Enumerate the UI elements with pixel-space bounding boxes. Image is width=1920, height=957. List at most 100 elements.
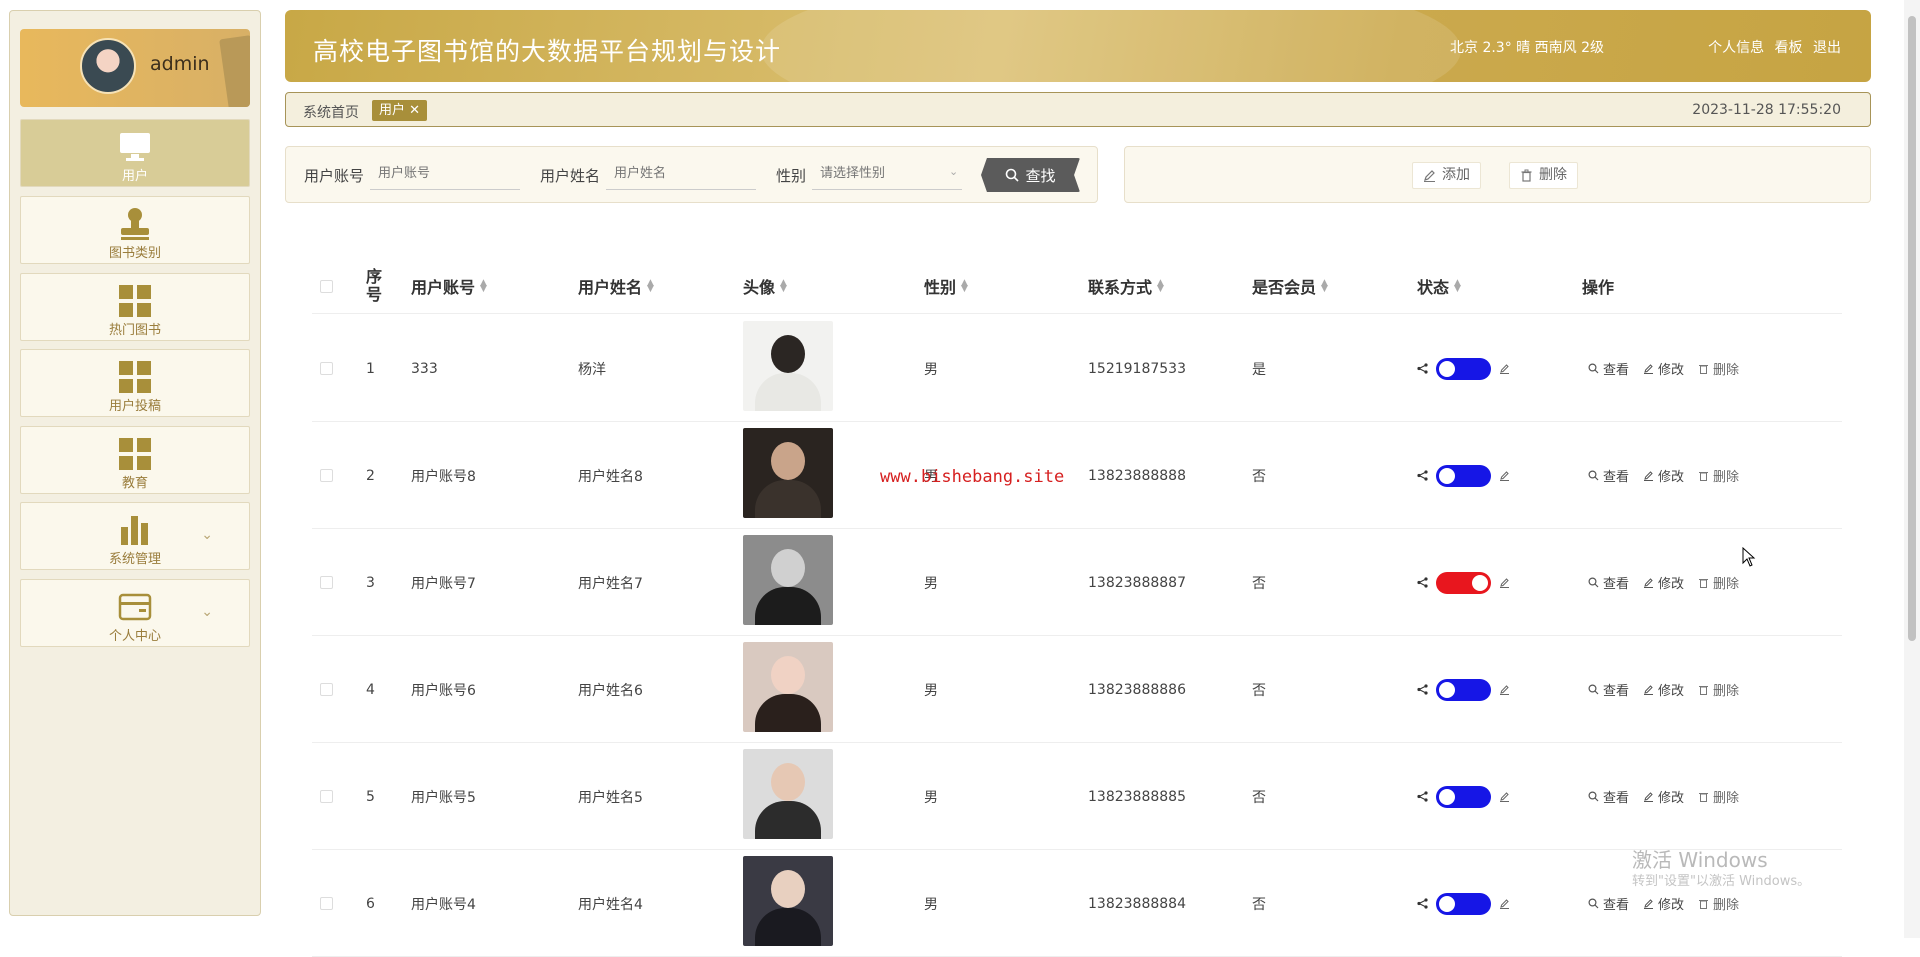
avatar-image[interactable] (743, 321, 833, 411)
view-button[interactable]: 查看 (1588, 894, 1629, 913)
account-search-input[interactable] (370, 158, 520, 190)
top-header: 高校电子图书馆的大数据平台规划与设计 北京 2.3° 晴 西南风 2级 个人信息… (285, 10, 1871, 82)
view-button[interactable]: 查看 (1588, 359, 1629, 378)
share-icon[interactable] (1417, 684, 1428, 695)
status-toggle[interactable] (1436, 357, 1491, 380)
pencil-icon[interactable] (1499, 684, 1510, 695)
header-status[interactable]: 状态 ▲ ▼ (1417, 258, 1461, 314)
view-button[interactable]: 查看 (1588, 573, 1629, 592)
chevron-down-icon[interactable]: ⌄ (201, 527, 213, 543)
avatar-image[interactable] (743, 642, 833, 732)
row-name: 用户姓名4 (578, 896, 643, 913)
view-button[interactable]: 查看 (1588, 466, 1629, 485)
avatar-image[interactable] (743, 749, 833, 839)
avatar-face (771, 763, 805, 801)
delete-row-button[interactable]: 删除 (1698, 787, 1739, 806)
delete-row-button[interactable]: 删除 (1698, 894, 1739, 913)
pencil-icon[interactable] (1499, 898, 1510, 909)
header-label: 用户姓名 (578, 278, 643, 297)
pencil-icon[interactable] (1499, 470, 1510, 481)
header-phone[interactable]: 联系方式 ▲ ▼ (1088, 258, 1164, 314)
avatar-image[interactable] (743, 428, 833, 518)
weather-info: 北京 2.3° 晴 西南风 2级 (1450, 40, 1604, 56)
row-checkbox[interactable] (320, 576, 333, 589)
search-icon (1588, 577, 1599, 588)
sidebar-item-book-categories[interactable]: 图书类别 (20, 196, 250, 264)
delete-row-button[interactable]: 删除 (1698, 359, 1739, 378)
avatar-image[interactable] (743, 535, 833, 625)
name-label: 用户姓名 (540, 167, 601, 185)
add-button[interactable]: 添加 (1412, 162, 1481, 189)
tab-users[interactable]: 用户 ✕ (372, 100, 428, 121)
status-toggle[interactable] (1436, 571, 1491, 594)
status-toggle[interactable] (1436, 892, 1491, 915)
profile-link[interactable]: 个人信息 (1708, 40, 1764, 56)
scrollbar-thumb[interactable] (1908, 16, 1916, 641)
delete-row-button[interactable]: 删除 (1698, 573, 1739, 592)
share-icon[interactable] (1417, 791, 1428, 802)
sidebar-item-system-management[interactable]: 系统管理 ⌄ (20, 502, 250, 570)
header-member[interactable]: 是否会员 ▲ ▼ (1252, 258, 1328, 314)
sort-icon[interactable]: ▲ ▼ (961, 279, 968, 294)
chevron-down-icon[interactable]: ⌄ (201, 604, 213, 620)
close-icon[interactable]: ✕ (409, 103, 420, 118)
view-button[interactable]: 查看 (1588, 680, 1629, 699)
sidebar-item-label: 热门图书 (108, 323, 161, 338)
sort-icon[interactable]: ▲ ▼ (780, 279, 787, 294)
row-member: 否 (1252, 575, 1266, 592)
edit-button[interactable]: 修改 (1643, 466, 1684, 485)
header-label: 头像 (743, 278, 776, 297)
delete-row-button[interactable]: 删除 (1698, 680, 1739, 699)
sidebar-item-hot-books[interactable]: 热门图书 (20, 273, 250, 341)
share-icon[interactable] (1417, 363, 1428, 374)
status-toggle[interactable] (1436, 464, 1491, 487)
status-toggle[interactable] (1436, 678, 1491, 701)
row-checkbox[interactable] (320, 469, 333, 482)
delete-button[interactable]: 删除 (1509, 162, 1578, 189)
edit-button[interactable]: 修改 (1643, 359, 1684, 378)
row-account: 333 (411, 360, 438, 377)
search-button[interactable]: 查找 (981, 158, 1080, 192)
page-scrollbar[interactable] (1904, 0, 1920, 938)
row-checkbox[interactable] (320, 683, 333, 696)
name-search-input[interactable] (606, 158, 756, 190)
sort-icon[interactable]: ▲ ▼ (480, 279, 487, 294)
sort-icon[interactable]: ▲ ▼ (1321, 279, 1328, 294)
header-account[interactable]: 用户账号 ▲ ▼ (411, 258, 487, 314)
edit-button[interactable]: 修改 (1643, 787, 1684, 806)
edit-button[interactable]: 修改 (1643, 573, 1684, 592)
logout-link[interactable]: 退出 (1813, 40, 1841, 56)
avatar[interactable] (80, 38, 136, 94)
header-name[interactable]: 用户姓名 ▲ ▼ (578, 258, 654, 314)
dashboard-link[interactable]: 看板 (1775, 40, 1803, 56)
edit-button[interactable]: 修改 (1643, 680, 1684, 699)
row-member: 否 (1252, 789, 1266, 806)
gender-select[interactable] (812, 158, 962, 190)
add-button-label: 添加 (1442, 167, 1470, 183)
row-checkbox[interactable] (320, 790, 333, 803)
share-icon[interactable] (1417, 470, 1428, 481)
header-gender[interactable]: 性别 ▲ ▼ (924, 258, 968, 314)
avatar-image[interactable] (743, 856, 833, 946)
breadcrumb-home[interactable]: 系统首页 (303, 102, 359, 122)
sidebar-item-user-submissions[interactable]: 用户投稿 (20, 349, 250, 417)
sort-icon[interactable]: ▲ ▼ (1157, 279, 1164, 294)
view-button[interactable]: 查看 (1588, 787, 1629, 806)
row-checkbox[interactable] (320, 362, 333, 375)
sort-icon[interactable]: ▲ ▼ (647, 279, 654, 294)
header-avatar[interactable]: 头像 ▲ ▼ (743, 258, 787, 314)
pencil-icon[interactable] (1499, 791, 1510, 802)
delete-row-button[interactable]: 删除 (1698, 466, 1739, 485)
sidebar-item-education[interactable]: 教育 (20, 426, 250, 494)
select-all-checkbox[interactable] (320, 279, 333, 293)
share-icon[interactable] (1417, 898, 1428, 909)
edit-button[interactable]: 修改 (1643, 894, 1684, 913)
row-checkbox[interactable] (320, 897, 333, 910)
sidebar-item-users[interactable]: 用户 (20, 119, 250, 187)
share-icon[interactable] (1417, 577, 1428, 588)
sort-icon[interactable]: ▲ ▼ (1454, 279, 1461, 294)
pencil-icon[interactable] (1499, 363, 1510, 374)
sidebar-item-personal-center[interactable]: 个人中心 ⌄ (20, 579, 250, 647)
status-toggle[interactable] (1436, 785, 1491, 808)
pencil-icon[interactable] (1499, 577, 1510, 588)
